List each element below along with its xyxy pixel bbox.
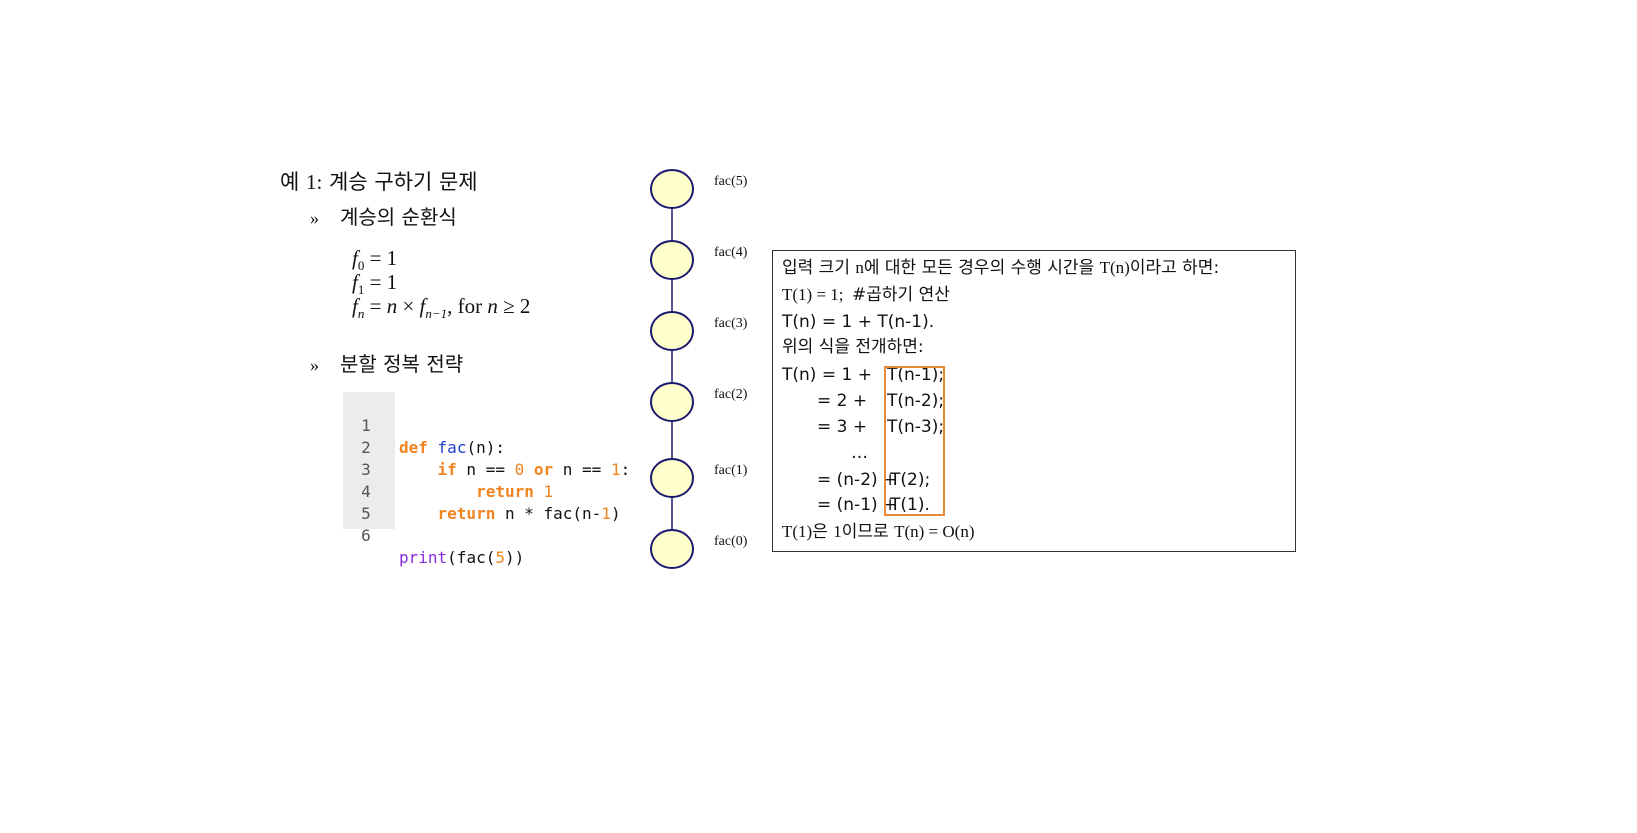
code-block: 1 def fac(n): 2 if n == 0 or n == 1: 3 r… [343,392,645,567]
title-number: 1: [306,170,323,194]
call-label: fac(3) [714,316,748,331]
call-node [650,240,694,280]
formula-fn: fn = n × fn−1, for n ≥ 2 [352,294,531,322]
call-node [650,169,694,209]
box-line-3: T(n) = 1 + T(n-1). [782,312,935,332]
bullet-recurrence: » 계승의 순환식 [310,201,457,230]
slide-title: 예 1: 계승 구하기 문제 [280,166,478,196]
box-line-7a: = 3 + [817,417,868,437]
box-line-4: 위의 식을 전개하면: [782,337,924,357]
call-node [650,458,694,498]
code-line-4: 4 return n * fac(n-1) [361,482,621,523]
call-label: fac(1) [714,463,748,478]
call-node [650,529,694,569]
code-line-2: 2 if n == 0 or n == 1: [361,438,631,479]
call-label: fac(5) [714,174,748,189]
bullet-text: 분할 정복 전략 [340,352,464,376]
code-line-1: 1 def fac(n): [361,416,505,457]
bullet-mark: » [310,355,319,375]
title-prefix: 예 [280,170,306,194]
title-text: 계승 구하기 문제 [322,170,478,194]
box-line-ellipsis: … [851,443,868,463]
code-line-3: 3 return 1 [361,460,554,501]
box-line-1: 입력 크기 n에 대한 모든 경우의 수행 시간을 T(n)이라고 하면: [782,258,1220,278]
bullet-divide-conquer: » 분할 정복 전략 [310,348,463,377]
bullet-text: 계승의 순환식 [340,205,457,229]
call-label: fac(4) [714,245,748,260]
box-line-6a: = 2 + [817,391,868,411]
box-line-5a: T(n) = 1 + [782,365,872,385]
call-node [650,311,694,351]
recursion-chain-diagram [650,169,694,569]
code-line-5: 5 [361,504,371,523]
call-label: fac(2) [714,387,748,402]
call-label: fac(0) [714,534,748,549]
box-line-2: T(1) = 1; #곱하기 연산 [782,285,950,305]
call-node [650,382,694,422]
bullet-mark: » [310,208,319,228]
highlight-box [884,366,945,516]
box-line-11: T(1)은 1이므로 T(n) = O(n) [782,522,975,542]
code-line-6: 6 print(fac(5)) [361,526,525,567]
